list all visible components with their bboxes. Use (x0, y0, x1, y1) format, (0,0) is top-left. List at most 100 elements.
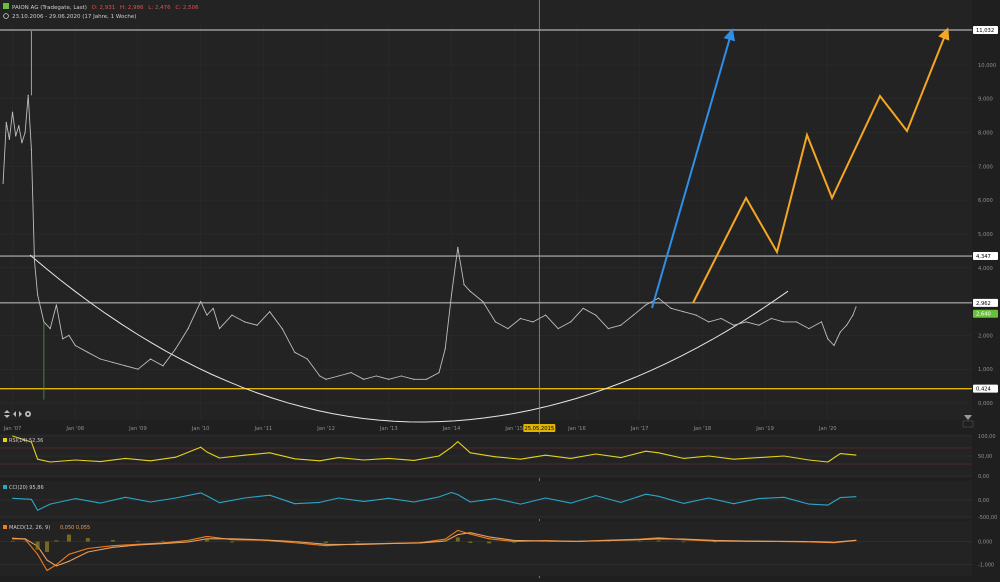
price-point (56, 304, 57, 305)
price-point (376, 375, 377, 376)
rsi-point (683, 458, 684, 459)
macd-histogram-bar (111, 540, 115, 542)
price-point (188, 328, 189, 329)
price-point (840, 331, 841, 332)
rsi-point (620, 457, 621, 458)
high-value: H: 2,986 (120, 5, 144, 11)
price-point (733, 325, 734, 326)
x-tick-label: Jan '10 (191, 426, 210, 432)
y-tick-label: 5,000 (978, 232, 993, 238)
macd-point (163, 543, 164, 544)
price-point (833, 345, 834, 346)
rsi-point (570, 458, 571, 459)
cci-point (783, 497, 784, 498)
macd-point (87, 551, 88, 552)
rsi-point (451, 447, 452, 448)
y-tick-label: 4,000 (978, 266, 993, 272)
price-point (75, 345, 76, 346)
indicator-tick-label: 100,00 (978, 434, 996, 440)
macd-histogram-bar (205, 539, 209, 541)
macd-histogram-bar (230, 542, 234, 543)
rsi-point (388, 458, 389, 459)
rsi-point (708, 456, 709, 457)
indicator-tick-label: -500,00 (978, 515, 997, 521)
macd-point (87, 548, 88, 549)
macd-histogram-bar (487, 542, 491, 544)
y-tick-label: 6,000 (978, 198, 993, 204)
price-point (34, 260, 35, 261)
cci-point (75, 498, 76, 499)
macd-histogram-bar (11, 541, 15, 542)
cci-point (683, 503, 684, 504)
macd-point (68, 554, 69, 555)
price-point (162, 365, 163, 366)
price-point (282, 328, 283, 329)
macd-point (37, 554, 38, 555)
macd-point (47, 570, 48, 571)
macd-histogram-bar (443, 540, 447, 542)
cci-point (338, 497, 339, 498)
cci-point (12, 498, 13, 499)
level-price-label: 0,424 (976, 387, 992, 393)
price-point (12, 112, 13, 113)
chart-canvas[interactable]: PAION AG (Tradegate, Last) O: 2,931 H: 2… (0, 0, 1000, 578)
y-tick-label: 9,000 (978, 97, 993, 103)
rsi-point (413, 460, 414, 461)
cci-point (758, 498, 759, 499)
price-point (558, 328, 559, 329)
macd-histogram-bar (324, 542, 328, 543)
cci-point (200, 492, 201, 493)
price-point (338, 375, 339, 376)
rsi-point (319, 460, 320, 461)
price-point (213, 308, 214, 309)
rsi-point (269, 452, 270, 453)
low-value: L: 2,476 (148, 5, 171, 11)
rsi-point (12, 436, 13, 437)
price-panel[interactable] (0, 0, 972, 420)
indicator-tick-label: 0,000 (978, 540, 992, 546)
macd-histogram-bar (656, 541, 660, 542)
macd-point (658, 538, 659, 539)
macd-point (608, 540, 609, 541)
price-point (532, 321, 533, 322)
cci-point (733, 503, 734, 504)
cci-point (294, 503, 295, 504)
macd-point (855, 540, 856, 541)
price-point (827, 338, 828, 339)
cci-point (37, 510, 38, 511)
price-point (18, 125, 19, 126)
rsi-point (733, 459, 734, 460)
rsi-point (840, 453, 841, 454)
cci-point (413, 502, 414, 503)
cci-point (125, 497, 126, 498)
price-point (175, 348, 176, 349)
macd-point (232, 538, 233, 539)
price-point (319, 375, 320, 376)
price-point (294, 352, 295, 353)
cci-point (645, 494, 646, 495)
settings-icon[interactable] (25, 411, 31, 417)
macd-histogram-bar (468, 542, 472, 543)
close-value: C: 2,506 (175, 5, 199, 11)
level-price-label: 2,962 (976, 301, 991, 307)
price-point (507, 328, 508, 329)
price-point (244, 321, 245, 322)
cci-point (219, 502, 220, 503)
cci-point (31, 499, 32, 500)
cci-point (470, 502, 471, 503)
last-price-label: 2,640 (976, 312, 991, 318)
price-point (413, 379, 414, 380)
price-point (852, 314, 853, 315)
price-point (200, 301, 201, 302)
x-tick-label: Jan '20 (818, 426, 837, 432)
price-point (545, 314, 546, 315)
macd-panel[interactable] (0, 521, 972, 576)
price-point (257, 325, 258, 326)
price-point (570, 321, 571, 322)
macd-point (326, 544, 327, 545)
rsi-legend-swatch (3, 438, 7, 442)
macd-histogram-bar (456, 537, 460, 541)
price-point (24, 132, 25, 133)
price-point (231, 314, 232, 315)
rsi-point (457, 441, 458, 442)
